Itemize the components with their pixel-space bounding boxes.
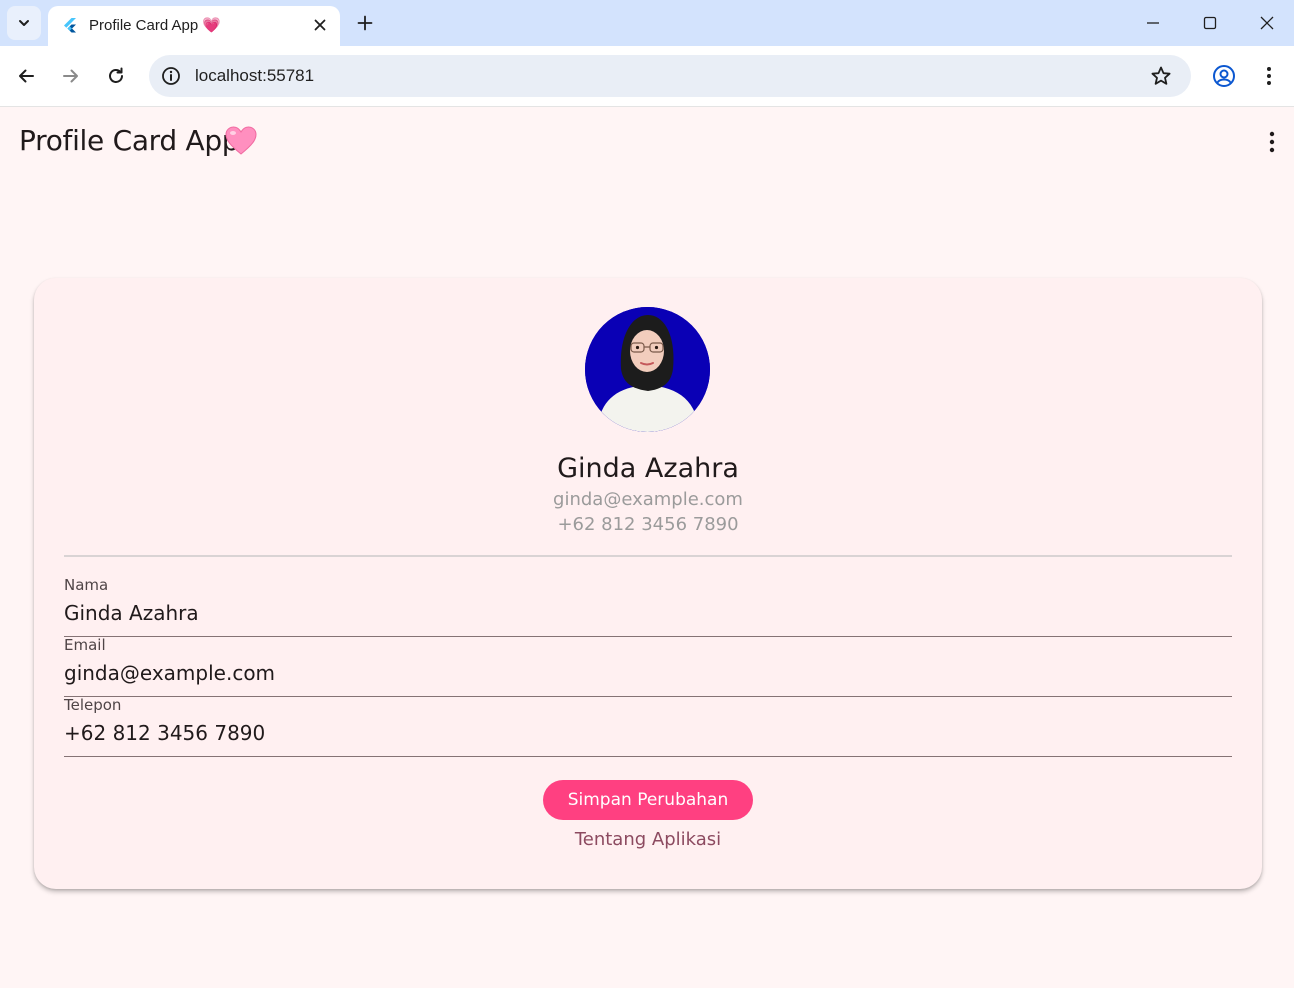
arrow-left-icon (19, 69, 34, 83)
email-field: Email (64, 636, 1232, 697)
email-field-label: Email (64, 636, 106, 654)
more-vert-icon (1267, 67, 1271, 85)
tab-search-button[interactable] (7, 6, 41, 40)
profile-card: Ginda Azahra ginda@example.com +62 812 3… (34, 278, 1262, 889)
maximize-button[interactable] (1195, 8, 1225, 38)
avatar (585, 307, 710, 432)
url-text[interactable]: localhost:55781 (195, 66, 314, 86)
app-menu-button[interactable] (1258, 128, 1286, 156)
browser-tab-strip: Profile Card App 💗 (0, 0, 1294, 46)
phone-input[interactable] (64, 718, 1232, 748)
close-icon (314, 19, 326, 31)
phone-field-label: Telepon (64, 696, 122, 714)
profile-email: ginda@example.com (553, 489, 743, 510)
more-vert-icon (1269, 131, 1275, 153)
phone-field: Telepon (64, 696, 1232, 757)
name-input[interactable] (64, 598, 1232, 628)
profile-phone: +62 812 3456 7890 (557, 514, 739, 535)
forward-button[interactable] (56, 61, 86, 91)
about-app-button[interactable]: Tentang Aplikasi (34, 829, 1262, 850)
save-button[interactable]: Simpan Perubahan (543, 780, 753, 820)
chevron-down-icon (19, 20, 29, 26)
back-button[interactable] (11, 61, 41, 91)
app-title: Profile Card App (19, 124, 240, 157)
arrow-right-icon (63, 69, 78, 83)
email-input[interactable] (64, 658, 1232, 688)
name-field: Nama (64, 576, 1232, 637)
profile-button[interactable] (1209, 61, 1239, 91)
reload-button[interactable] (101, 61, 131, 91)
account-circle-icon (1213, 65, 1235, 87)
divider (64, 555, 1232, 557)
site-info-icon[interactable] (160, 65, 182, 87)
new-tab-button[interactable] (352, 10, 378, 36)
minimize-icon (1147, 22, 1159, 24)
browser-menu-button[interactable] (1254, 61, 1284, 91)
flutter-icon (64, 18, 76, 33)
window-close-button[interactable] (1252, 8, 1282, 38)
minimize-button[interactable] (1138, 8, 1168, 38)
reload-icon (109, 67, 123, 83)
maximize-icon (1203, 16, 1217, 30)
browser-toolbar: localhost:55781 (0, 46, 1294, 107)
address-bar[interactable]: localhost:55781 (149, 55, 1191, 97)
tab-close-button[interactable] (310, 15, 330, 35)
browser-tab[interactable]: Profile Card App 💗 (48, 6, 340, 46)
profile-name: Ginda Azahra (557, 453, 739, 484)
name-field-label: Nama (64, 576, 109, 594)
tab-title: Profile Card App 💗 (89, 17, 222, 34)
bookmark-star-icon[interactable] (1149, 64, 1173, 88)
close-icon (1260, 16, 1274, 30)
heart-icon (225, 126, 257, 155)
plus-icon (357, 15, 373, 31)
